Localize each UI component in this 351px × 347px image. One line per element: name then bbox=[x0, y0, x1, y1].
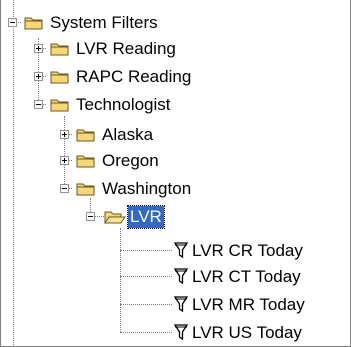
filter-icon bbox=[174, 324, 188, 341]
collapse-icon[interactable] bbox=[34, 100, 43, 109]
tree-node-lvr-ct-today[interactable]: LVR CT Today bbox=[174, 264, 303, 289]
tree-node-lvr-cr-today[interactable]: LVR CR Today bbox=[174, 238, 305, 263]
tree-connector bbox=[120, 276, 172, 277]
filter-icon bbox=[174, 268, 188, 285]
expand-icon[interactable] bbox=[34, 72, 43, 81]
expand-icon[interactable] bbox=[60, 130, 69, 139]
tree-node-rapc-reading[interactable]: RAPC Reading bbox=[34, 64, 193, 89]
folder-icon bbox=[76, 155, 95, 168]
tree-node-oregon[interactable]: Oregon bbox=[60, 148, 161, 173]
folder-icon bbox=[76, 183, 95, 196]
tree-node-label: Washington bbox=[102, 178, 192, 198]
tree-node-label: LVR Reading bbox=[76, 38, 176, 58]
filter-icon bbox=[174, 242, 188, 259]
folder-icon bbox=[76, 129, 95, 142]
tree-connector bbox=[120, 304, 172, 305]
folder-icon bbox=[50, 99, 69, 112]
tree-node-technologist[interactable]: Technologist bbox=[34, 92, 173, 117]
tree-node-label: LVR bbox=[127, 204, 165, 229]
tree-node-label: LVR CR Today bbox=[192, 240, 303, 260]
folder-icon bbox=[50, 43, 69, 56]
folder-icon bbox=[50, 71, 69, 84]
tree-node-label: Alaska bbox=[102, 124, 154, 144]
tree-node-label: Technologist bbox=[76, 94, 171, 114]
collapse-icon[interactable] bbox=[8, 18, 17, 27]
tree-node-lvr[interactable]: LVR bbox=[86, 204, 165, 229]
tree-connector bbox=[120, 228, 121, 332]
tree-node-label: System Filters bbox=[50, 12, 158, 32]
expand-icon[interactable] bbox=[60, 156, 69, 165]
filter-icon bbox=[174, 296, 188, 313]
tree-node-label: LVR US Today bbox=[192, 322, 302, 342]
expand-icon[interactable] bbox=[34, 44, 43, 53]
open-folder-icon bbox=[104, 211, 126, 224]
tree-node-lvr-us-today[interactable]: LVR US Today bbox=[174, 320, 304, 345]
tree-connector bbox=[120, 332, 172, 333]
tree-node-label: Oregon bbox=[102, 150, 159, 170]
folder-icon bbox=[24, 17, 43, 30]
tree-node-label: LVR MR Today bbox=[192, 294, 305, 314]
tree-node-label: RAPC Reading bbox=[76, 66, 192, 86]
tree-node-label: LVR CT Today bbox=[192, 266, 301, 286]
tree-node-alaska[interactable]: Alaska bbox=[60, 122, 155, 147]
tree-connector bbox=[13, 0, 14, 347]
collapse-icon[interactable] bbox=[86, 212, 95, 221]
tree-node-lvr-reading[interactable]: LVR Reading bbox=[34, 36, 178, 61]
tree-node-washington[interactable]: Washington bbox=[60, 176, 193, 201]
tree-node-system-filters[interactable]: System Filters bbox=[8, 10, 160, 35]
tree-connector bbox=[120, 250, 172, 251]
tree-node-lvr-mr-today[interactable]: LVR MR Today bbox=[174, 292, 307, 317]
filter-tree[interactable]: System Filters LVR Reading RAPC Reading … bbox=[0, 0, 351, 347]
collapse-icon[interactable] bbox=[60, 184, 69, 193]
